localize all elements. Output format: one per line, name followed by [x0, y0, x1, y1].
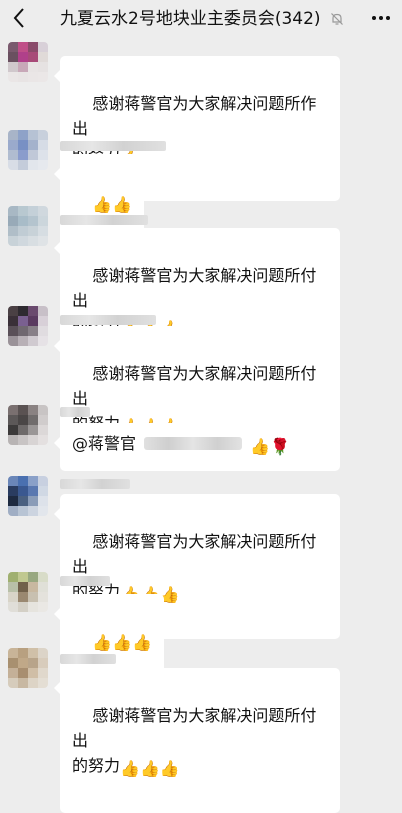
message-bubble[interactable]: 感谢蒋警官为大家解决问题所付出 的努力👍👍👍 — [54, 668, 340, 813]
avatar[interactable] — [8, 405, 48, 445]
avatar[interactable] — [8, 306, 48, 346]
thumbs-up-emoji: 👍 — [132, 633, 153, 652]
thumbs-up-icon: 👍 — [250, 434, 270, 456]
avatar[interactable] — [8, 476, 48, 516]
nickname-blurred — [60, 576, 110, 586]
message-text: 感谢蒋警官为大家解决问题所作出 的努力 — [72, 94, 317, 163]
message-text: 感谢蒋警官为大家解决问题所付出 的努力 — [72, 532, 317, 601]
thumbs-up-emoji: 👍 — [92, 633, 113, 652]
chat-header: 九夏云水2号地块业主委员会(342) — [0, 0, 402, 38]
thumbs-up-emoji: 👍 — [112, 195, 133, 214]
nickname-blurred — [60, 654, 116, 664]
avatar[interactable] — [8, 206, 48, 246]
avatar[interactable] — [8, 42, 48, 82]
thumbs-up-emoji: 👍 — [120, 759, 140, 778]
nickname-blurred — [60, 479, 130, 489]
thumbs-up-emoji: 👍 — [159, 759, 180, 778]
thumbs-up-icon: 👍👍 — [92, 192, 133, 214]
mention-name-blurred — [144, 437, 243, 450]
nickname-blurred — [60, 407, 90, 417]
thumbs-up-emoji: 👍 — [112, 633, 133, 652]
message-bubble[interactable]: @蒋警官 👍🌹 — [54, 423, 302, 464]
avatar[interactable] — [8, 130, 48, 170]
bell-off-icon — [330, 11, 344, 25]
avatar[interactable] — [8, 648, 48, 688]
thumbs-up-emoji: 👍 — [139, 759, 160, 778]
thumbs-up-icon: 👍👍👍 — [92, 630, 153, 652]
thumbs-up-icon: 👍👍👍 — [120, 756, 180, 778]
nickname-blurred — [60, 315, 156, 325]
message-text: @蒋警官 — [72, 434, 137, 453]
more-icon[interactable] — [370, 6, 392, 30]
thumbs-up-emoji: 👍 — [92, 195, 113, 214]
rose-icon: 🌹 — [269, 437, 290, 456]
nickname-blurred — [60, 215, 148, 225]
thumbs-up-emoji: 👍 — [250, 437, 270, 456]
message-text: 感谢蒋警官为大家解决问题所付出 的努力 — [72, 706, 317, 775]
nickname-blurred — [60, 141, 166, 151]
avatar[interactable] — [8, 572, 48, 612]
chevron-left-icon[interactable] — [8, 6, 30, 30]
chat-title: 九夏云水2号地块业主委员会(342) — [60, 9, 321, 29]
